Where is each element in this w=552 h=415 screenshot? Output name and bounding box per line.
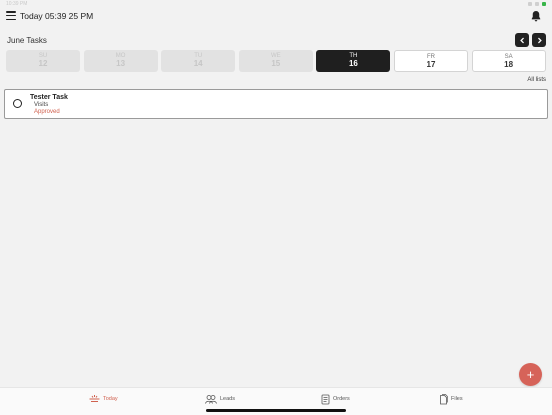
next-week-button[interactable] [532,33,546,47]
tab-files[interactable]: Files [439,393,463,405]
day-date: 16 [348,59,358,68]
bell-icon[interactable] [530,10,542,22]
page-title: Today 05:39 25 PM [20,11,94,21]
tab-label: Files [451,396,463,402]
day-date: 13 [116,59,126,68]
plus-icon: + [526,367,535,382]
day-date: 18 [504,60,514,69]
day-thursday[interactable]: TH 16 [316,50,391,72]
day-saturday[interactable]: SA 18 [471,50,546,72]
day-date: 12 [38,59,48,68]
orders-icon [321,394,330,404]
status-indicators [528,2,546,6]
today-icon [89,395,100,402]
chevron-left-icon [519,37,524,43]
wifi-icon [535,2,539,6]
all-lists-link[interactable]: All lists [527,77,546,83]
section-title: June Tasks [7,36,47,45]
previous-week-button[interactable] [515,33,529,47]
task-card[interactable]: Tester Task Visits Approved [4,89,548,119]
day-friday[interactable]: FR 17 [394,50,468,72]
bottom-tab-bar: Today Leads Orders Files [0,387,552,415]
header: Today 05:39 25 PM [0,8,552,24]
tab-label: Leads [220,396,235,402]
tab-label: Today [103,396,118,402]
home-indicator [206,409,346,412]
tab-leads[interactable]: Leads [205,393,235,405]
chevron-right-icon [537,37,542,43]
battery-icon [542,2,546,6]
day-monday[interactable]: MO 13 [83,50,158,72]
tab-today[interactable]: Today [89,393,118,405]
day-date: 17 [426,60,436,69]
leads-icon [205,395,217,404]
day-wednesday[interactable]: WE 15 [238,50,313,72]
add-task-button[interactable]: + [519,363,542,386]
day-sunday[interactable]: SU 12 [6,50,80,72]
menu-icon[interactable] [6,11,16,21]
tab-label: Orders [333,396,350,402]
files-icon [440,393,448,404]
task-status: Approved [34,109,60,115]
status-time: 10:39 PM [6,1,28,7]
day-date: 14 [193,59,203,68]
tab-orders[interactable]: Orders [321,393,350,405]
task-complete-checkbox[interactable] [13,99,22,108]
day-date: 15 [271,59,281,68]
week-day-selector: SU 12 MO 13 TU 14 WE 15 TH 16 FR 17 SA 1… [6,50,546,72]
task-type: Visits [34,102,49,108]
signal-icon [528,2,532,6]
day-tuesday[interactable]: TU 14 [161,50,236,72]
task-title: Tester Task [30,94,68,101]
status-bar: 10:39 PM [0,0,552,8]
